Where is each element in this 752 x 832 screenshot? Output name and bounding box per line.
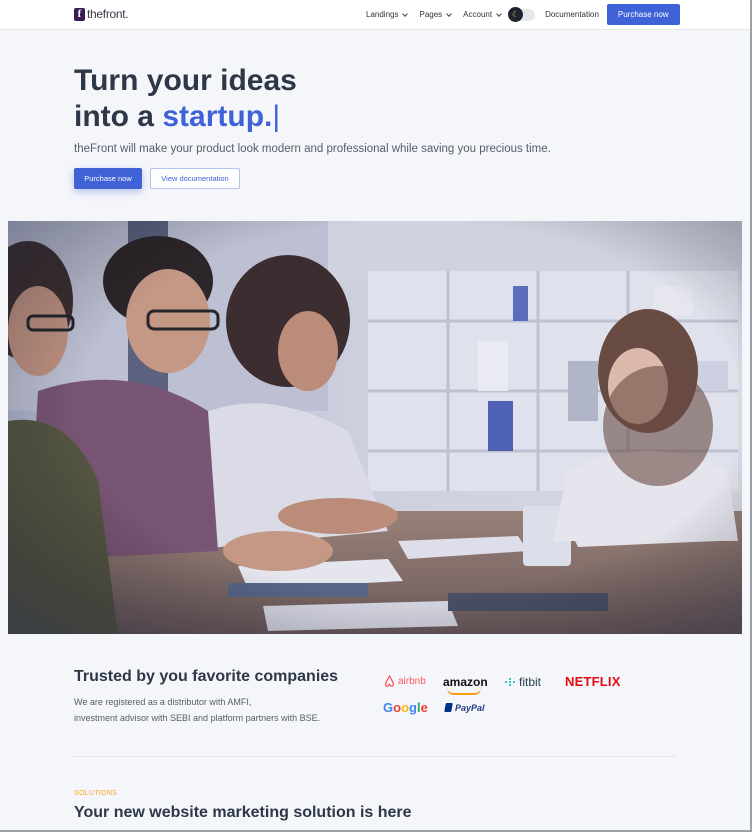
hero-title-line1: Turn your ideas (74, 64, 297, 97)
airbnb-icon (384, 675, 395, 687)
paypal-logo: PayPal (444, 703, 485, 713)
view-documentation-button[interactable]: View documentation (150, 168, 240, 189)
nav-pages-label: Pages (419, 10, 443, 19)
fitbit-dots-icon (505, 677, 516, 686)
amazon-logo: amazon (443, 675, 505, 695)
section-divider (74, 756, 676, 757)
header-purchase-button[interactable]: Purchase now (606, 4, 680, 25)
google-logo-text: Google (383, 700, 428, 715)
solutions-eyebrow: SOLUTIONS (74, 790, 118, 797)
amazon-smile-icon (447, 688, 481, 695)
google-logo: Google (383, 700, 445, 715)
documentation-link[interactable]: Documentation (545, 10, 599, 19)
nav-pages[interactable]: Pages (419, 10, 453, 19)
trusted-description: We are registered as a distributor with … (74, 694, 374, 726)
nav-landings[interactable]: Landings (366, 10, 409, 19)
chevron-down-icon (402, 10, 409, 17)
typing-caret: | (272, 100, 281, 133)
hero-title: Turn your ideas into a startup.| (74, 63, 297, 135)
hero-subtitle: theFront will make your product look mod… (74, 143, 551, 155)
top-navigation-bar: f thefront. Landings Pages Account ☾ Doc… (0, 0, 750, 30)
trusted-title: Trusted by you favorite companies (74, 668, 339, 685)
nav-landings-label: Landings (366, 10, 399, 19)
chevron-down-icon (446, 10, 453, 17)
hero-purchase-button[interactable]: Purchase now (74, 168, 142, 189)
hero-title-accent: startup. (162, 100, 273, 133)
trusted-description-line2: investment advisor with SEBI and platfor… (74, 713, 321, 723)
nav-account-label: Account (463, 10, 493, 19)
fitbit-logo: fitbit (505, 675, 565, 689)
logo-mark-icon: f (74, 7, 85, 21)
nav-account[interactable]: Account (463, 10, 502, 19)
airbnb-logo: airbnb (383, 675, 443, 688)
paypal-icon (444, 703, 453, 712)
main-nav: Landings Pages Account ☾ Documentation P… (366, 4, 680, 25)
brand-logo[interactable]: f thefront. (74, 7, 129, 21)
logo-text: thefront. (87, 7, 129, 21)
chevron-down-icon (496, 10, 502, 17)
moon-icon: ☾ (508, 6, 524, 22)
trusted-description-line1: We are registered as a distributor with … (74, 697, 252, 707)
netflix-logo: NETFLIX (565, 674, 621, 689)
partner-logos-row2: Google PayPal (383, 700, 485, 715)
partner-logos-row1: airbnb amazon fitbit NETFLIX (383, 674, 621, 695)
hero-title-prefix: into a (74, 100, 163, 133)
theme-toggle[interactable]: ☾ (508, 6, 536, 22)
solutions-title: Your new website marketing solution is h… (74, 804, 412, 821)
hero-photo (8, 221, 742, 634)
